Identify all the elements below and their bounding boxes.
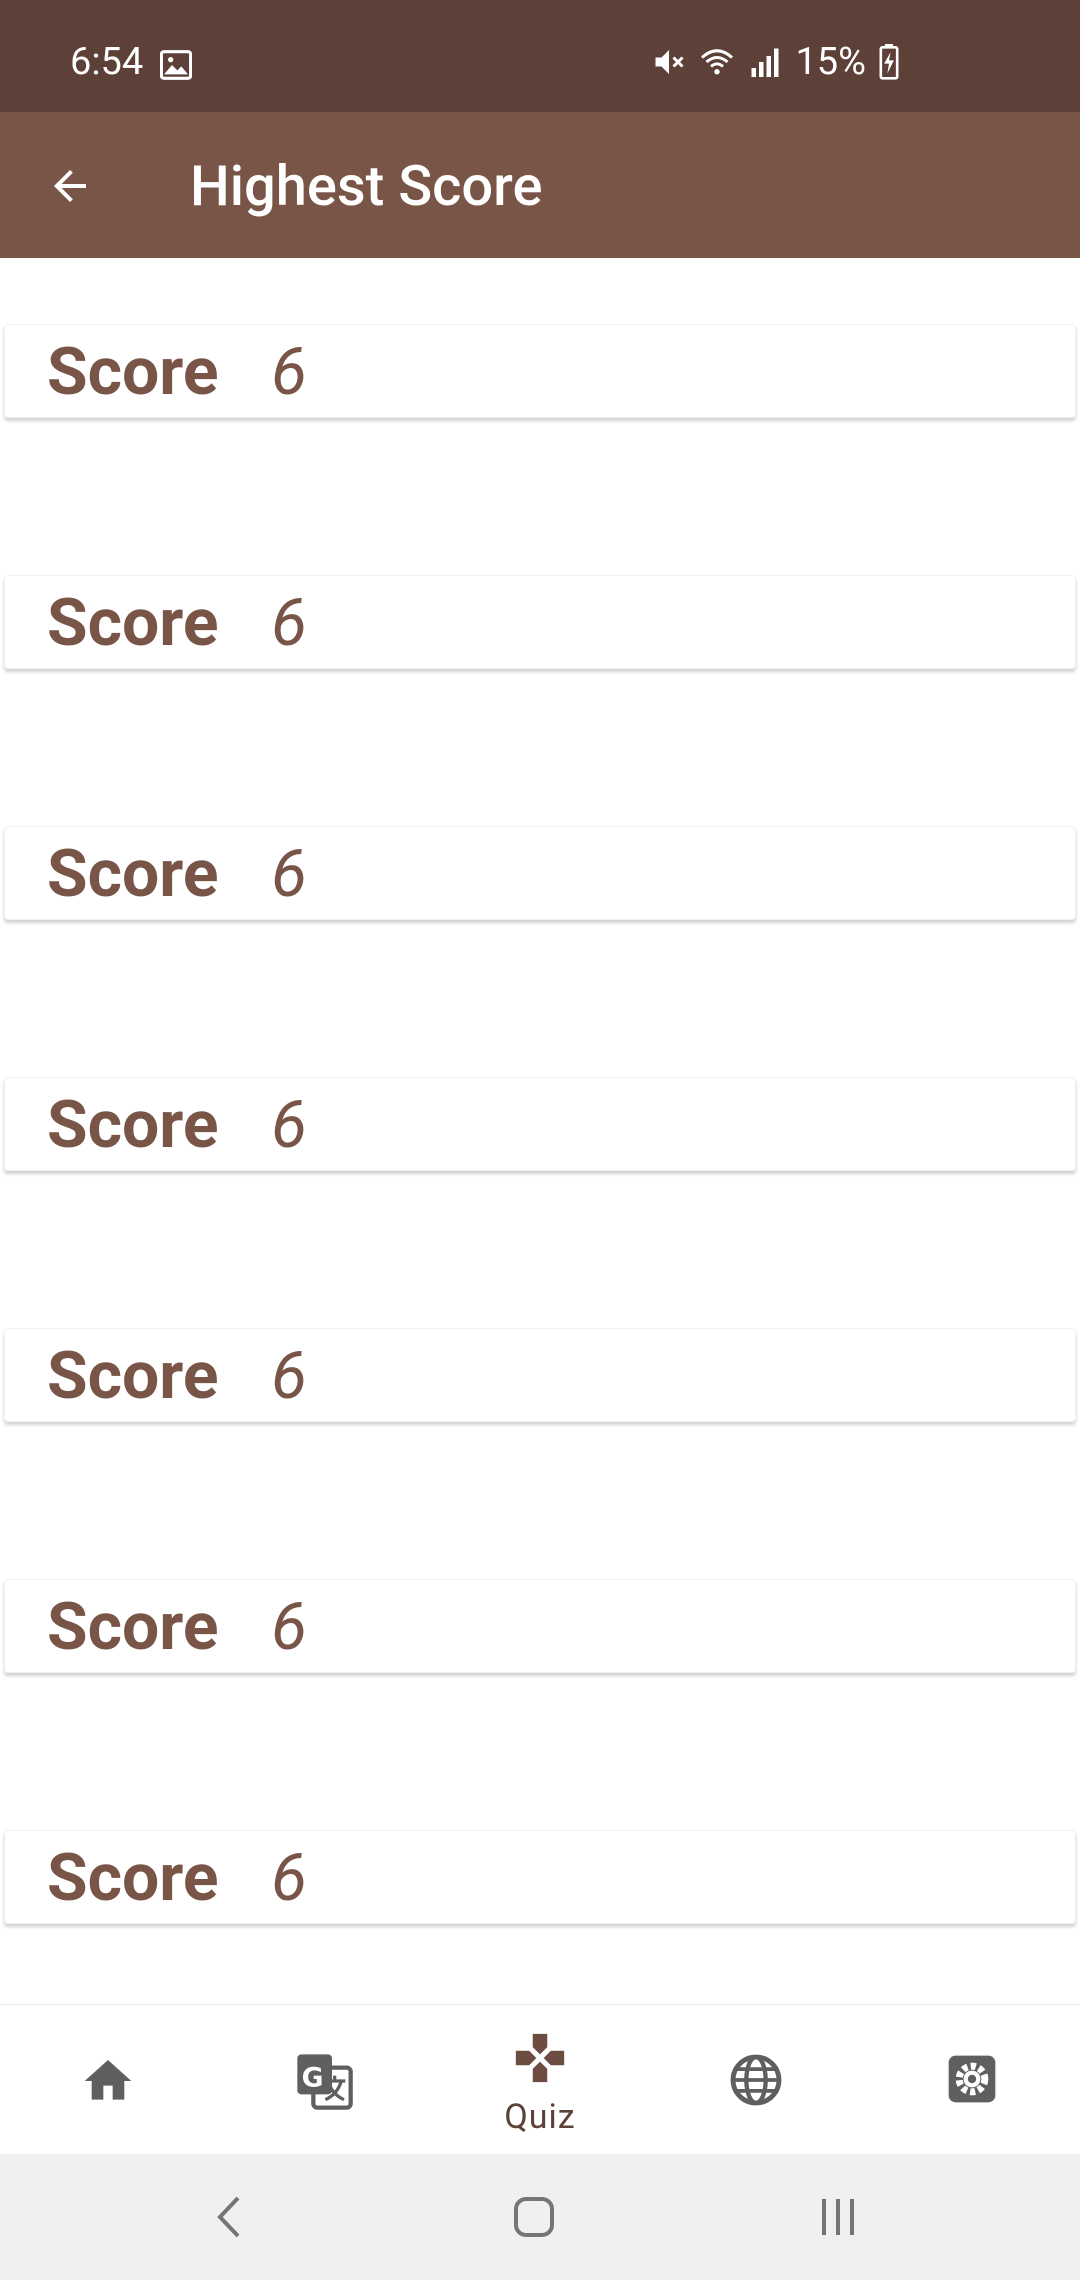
bottom-nav: G Quiz: [0, 2004, 1080, 2154]
battery-percent: 15%: [795, 40, 866, 84]
score-value: 6: [271, 585, 307, 662]
score-label: Score: [47, 1840, 219, 1917]
score-card[interactable]: Score 6: [4, 1077, 1076, 1171]
score-label: Score: [47, 1087, 219, 1164]
system-back-button[interactable]: [190, 2184, 270, 2250]
settings-icon: [948, 2055, 996, 2103]
system-recents-button[interactable]: [798, 2184, 878, 2250]
score-label: Score: [47, 1589, 219, 1666]
nav-item-translate[interactable]: G: [216, 2005, 432, 2155]
home-square-icon: [514, 2197, 554, 2237]
translate-icon: G: [297, 2054, 353, 2110]
system-nav-bar: [0, 2154, 1080, 2280]
nav-label-quiz: Quiz: [504, 2097, 576, 2137]
status-indicators: 15%: [651, 40, 900, 84]
image-icon: [160, 50, 192, 80]
back-chevron-icon: [217, 2196, 240, 2238]
recents-icon: [822, 2199, 854, 2235]
system-home-button[interactable]: [494, 2184, 574, 2250]
wifi-icon: [701, 49, 734, 75]
globe-icon: [730, 2054, 782, 2106]
score-label: Score: [47, 1338, 219, 1415]
score-value: 6: [271, 1589, 307, 1666]
score-card[interactable]: Score 6: [4, 826, 1076, 920]
score-card[interactable]: Score 6: [4, 1579, 1076, 1673]
score-label: Score: [47, 334, 219, 411]
score-value: 6: [271, 334, 307, 411]
score-label: Score: [47, 585, 219, 662]
score-list: Score 6 Score 6 Score 6 Score 6 Score 6 …: [0, 258, 1080, 2002]
nav-item-home[interactable]: [0, 2005, 216, 2155]
nav-item-settings[interactable]: [864, 2005, 1080, 2155]
score-value: 6: [271, 836, 307, 913]
status-time: 6:54: [70, 40, 144, 84]
score-card[interactable]: Score 6: [4, 1328, 1076, 1422]
score-card[interactable]: Score 6: [4, 1830, 1076, 1924]
score-label: Score: [47, 836, 219, 913]
home-icon: [84, 2060, 132, 2100]
signal-icon: [751, 48, 779, 77]
svg-text:G: G: [302, 2062, 324, 2093]
arrow-back-icon: [54, 170, 86, 202]
status-bar: 6:54 15%: [0, 0, 1080, 112]
quiz-gamepad-icon: [515, 2033, 565, 2083]
nav-item-quiz[interactable]: Quiz: [432, 2005, 648, 2155]
app-bar: Highest Score: [0, 112, 1080, 258]
battery-charging-icon: [879, 44, 899, 80]
score-card[interactable]: Score 6: [4, 324, 1076, 418]
score-value: 6: [271, 1840, 307, 1917]
page-title: Highest Score: [190, 153, 543, 219]
score-value: 6: [271, 1087, 307, 1164]
mute-icon: [655, 50, 685, 74]
score-value: 6: [271, 1338, 307, 1415]
back-button[interactable]: [32, 148, 108, 224]
nav-item-globe[interactable]: [648, 2005, 864, 2155]
score-card[interactable]: Score 6: [4, 575, 1076, 669]
